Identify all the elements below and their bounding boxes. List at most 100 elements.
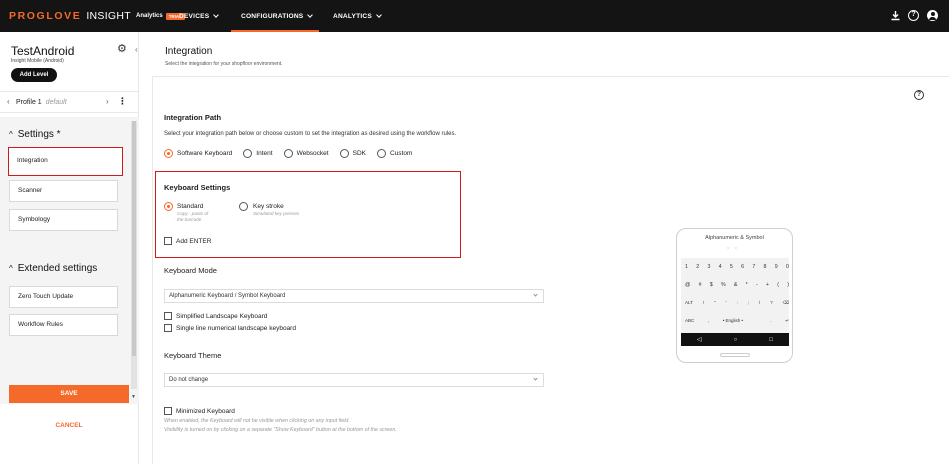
- integration-path-options: Software Keyboard Intent Websocket SDK C…: [164, 148, 412, 158]
- keyboard-preview: 1 2 3 4 5 6 7 8 9 0 @ # $ % & * - + ( ) …: [681, 258, 789, 334]
- key: ": [714, 300, 716, 305]
- content-divider: [152, 76, 153, 464]
- radio-software-keyboard-label: Software Keyboard: [177, 149, 233, 157]
- scroll-down-icon[interactable]: ▼: [131, 394, 136, 400]
- keyboard-mode-select[interactable]: Alphanumeric Keyboard / Symbol Keyboard: [164, 289, 544, 303]
- key: *: [745, 282, 748, 288]
- project-title: TestAndroid: [11, 44, 75, 58]
- integration-path-description: Select your integration path below or ch…: [164, 131, 457, 137]
- radio-selected-icon[interactable]: [164, 148, 173, 158]
- nav-configurations-label: CONFIGURATIONS: [241, 12, 304, 20]
- brand-insight: INSIGHT: [86, 10, 131, 22]
- profile-label: Profile 1 default: [16, 99, 67, 106]
- add-level-button[interactable]: Add Level: [11, 68, 57, 82]
- key: /: [758, 300, 761, 305]
- brand-logo[interactable]: PROGLOVE INSIGHT Analytics TRIAL: [9, 10, 185, 22]
- sidebar-item-workflow-rules[interactable]: Workflow Rules: [9, 314, 118, 336]
- active-nav-indicator: [231, 30, 319, 32]
- page-dots: ○ ○: [727, 245, 739, 250]
- scrollbar-thumb[interactable]: [132, 121, 136, 356]
- gear-icon[interactable]: ⚙: [117, 42, 127, 55]
- nav-analytics[interactable]: ANALYTICS: [333, 0, 382, 32]
- standard-hint-2: the barcode: [177, 217, 202, 222]
- nav-devices[interactable]: DEVICES: [179, 0, 220, 32]
- add-enter-checkbox[interactable]: [164, 237, 172, 245]
- single-line-numerical-checkbox[interactable]: [164, 324, 172, 332]
- help-icon[interactable]: ?: [914, 90, 924, 100]
- phone-preview: Alphanumeric & Symbol ○ ○ 1 2 3 4 5 6 7 …: [676, 228, 793, 363]
- sidebar: TestAndroid Insight Mobile (Android) ⚙ ‹…: [0, 32, 139, 464]
- key: ?: [770, 300, 773, 305]
- key: (: [777, 282, 779, 288]
- radio-unselected-icon[interactable]: [283, 148, 293, 158]
- phone-home-indicator: [720, 353, 750, 357]
- key: #: [698, 282, 702, 288]
- radio-keystroke[interactable]: [239, 202, 248, 211]
- sidebar-item-scanner[interactable]: Scanner: [9, 180, 118, 202]
- radio-standard[interactable]: [164, 202, 173, 211]
- key: 3: [707, 264, 711, 270]
- key: .: [770, 318, 772, 323]
- keyboard-theme-value: Do not change: [169, 377, 209, 383]
- profile-selector[interactable]: ‹ Profile 1 default › ⋮: [0, 91, 139, 113]
- radio-software-keyboard[interactable]: Software Keyboard: [164, 148, 233, 158]
- phone-preview-title: Alphanumeric & Symbol: [705, 235, 764, 241]
- settings-section-header[interactable]: ^ Settings *: [9, 129, 61, 140]
- key: 6: [741, 264, 745, 270]
- save-button[interactable]: SAVE: [9, 385, 129, 403]
- key: 9: [774, 264, 778, 270]
- user-icon[interactable]: [927, 10, 939, 22]
- key: !: [702, 300, 705, 305]
- key: $: [709, 282, 713, 288]
- radio-websocket[interactable]: Websocket: [283, 148, 329, 158]
- key: ': [725, 300, 727, 305]
- nav-configurations[interactable]: CONFIGURATIONS: [241, 0, 314, 32]
- simplified-landscape-checkbox[interactable]: [164, 312, 172, 320]
- radio-unselected-icon[interactable]: [376, 148, 386, 158]
- enter-icon: ↵: [785, 318, 789, 323]
- keyboard-settings-heading: Keyboard Settings: [164, 183, 231, 192]
- help-icon[interactable]: ?: [908, 10, 920, 22]
- brand-name: PROGLOVE: [9, 10, 82, 22]
- key: ABC: [685, 318, 695, 323]
- radio-websocket-label: Websocket: [296, 149, 329, 157]
- radio-unselected-icon[interactable]: [339, 148, 349, 158]
- sidebar-item-zero-touch-update[interactable]: Zero Touch Update: [9, 286, 118, 308]
- chevron-left-icon[interactable]: ‹: [7, 97, 10, 106]
- cancel-button[interactable]: CANCEL: [9, 419, 129, 433]
- radio-custom[interactable]: Custom: [376, 148, 412, 158]
- page-subtitle: Select the integration for your shopfloo…: [165, 61, 283, 67]
- extended-section-header[interactable]: ^ Extended settings: [9, 263, 97, 274]
- simplified-landscape-label: Simplified Landscape Keyboard: [176, 313, 268, 320]
- key: &: [733, 282, 738, 288]
- keyboard-theme-select[interactable]: Do not change: [164, 373, 544, 387]
- backspace-icon: ⌫: [782, 300, 789, 305]
- key: 0: [785, 264, 789, 270]
- minimized-keyboard-checkbox[interactable]: [164, 407, 172, 415]
- radio-unselected-icon[interactable]: [243, 148, 253, 158]
- more-options-icon[interactable]: ⋮: [118, 96, 127, 107]
- chevron-right-icon[interactable]: ›: [106, 97, 109, 106]
- keyboard-mode-heading: Keyboard Mode: [164, 266, 217, 275]
- help-circle-icon: ?: [908, 10, 919, 21]
- collapse-sidebar-icon[interactable]: ‹: [135, 45, 138, 54]
- sidebar-item-integration[interactable]: Integration: [8, 147, 123, 176]
- sidebar-item-symbology[interactable]: Symbology: [9, 209, 118, 231]
- key: +: [765, 282, 770, 288]
- profile-name: Profile 1: [16, 99, 42, 106]
- keyboard-theme-heading: Keyboard Theme: [164, 351, 222, 360]
- download-icon[interactable]: [889, 10, 901, 22]
- key: 8: [763, 264, 767, 270]
- nav-analytics-label: ANALYTICS: [333, 12, 372, 20]
- home-icon: ○: [733, 336, 738, 343]
- keyboard-mode-value: Alphanumeric Keyboard / Symbol Keyboard: [169, 293, 286, 299]
- key: @: [685, 282, 691, 288]
- chevron-down-icon: [533, 376, 538, 381]
- keyboard-row: @ # $ % & * - + ( ): [685, 282, 789, 288]
- radio-sdk[interactable]: SDK: [339, 148, 366, 158]
- page-title: Integration: [165, 46, 213, 57]
- radio-intent[interactable]: Intent: [243, 148, 273, 158]
- keyboard-row: ALT ! " ' : ; / ? ⌫: [685, 300, 789, 306]
- sidebar-scrollbar[interactable]: [131, 121, 137, 389]
- settings-list: ^ Settings * Integration Scanner Symbolog…: [0, 117, 139, 404]
